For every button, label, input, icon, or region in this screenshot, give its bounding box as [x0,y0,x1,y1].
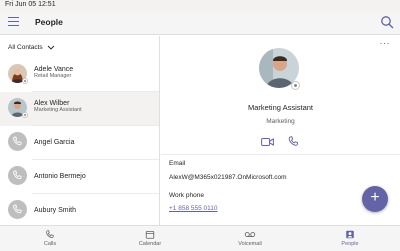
divider [161,154,400,155]
email-label: Email [169,160,186,167]
presence-indicator [22,78,28,84]
contact-name: Angel Garcia [34,139,75,146]
contact-name: Alex Wilber [34,100,70,107]
contacts-filter-dropdown[interactable]: All Contacts [8,44,55,51]
plus-icon: + [370,189,380,206]
work-phone-link[interactable]: +1 858 555 0110 [169,205,218,212]
contact-department: Marketing [266,118,295,125]
phone-icon [46,230,54,238]
app-header: People [0,11,400,35]
avatar [8,166,27,185]
contact-job-title: Marketing Assistant [247,103,314,112]
presence-indicator [22,112,28,118]
nav-label: Calendar [138,241,162,247]
chevron-down-icon [47,45,54,50]
email-value: AlexW@M365x021987.OnMicrosoft.com [169,174,287,181]
page-title: People [35,17,63,27]
contacts-list: Adele Vance Retail Manager Alex Wilber M… [0,58,159,225]
more-options-icon[interactable]: ··· [380,38,391,48]
contact-row-angel-garcia[interactable]: Angel Garcia [0,126,159,160]
contacts-pane: All Contacts Adele Vance Retail Manager [0,36,160,225]
add-contact-button[interactable]: + [362,186,388,212]
work-phone-label: Work phone [169,192,204,199]
nav-calls[interactable]: Calls [0,226,100,251]
contact-name: Antonio Bermejo [34,173,86,180]
status-bar: Fri Jun 05 12:51 [0,0,400,11]
contact-name: Adele Vance [34,66,74,73]
audio-call-icon[interactable] [288,136,299,147]
phone-icon [13,136,22,146]
avatar [8,200,27,219]
status-time: Fri Jun 05 12:51 [5,1,56,8]
hamburger-menu-icon[interactable] [8,17,19,27]
nav-calendar[interactable]: Calendar [100,226,200,251]
presence-indicator [291,81,300,90]
contact-row-aubury-smith[interactable]: Aubury Smith [0,194,159,225]
nav-voicemail[interactable]: Voicemail [200,226,300,251]
nav-label: People [341,241,359,247]
phone-icon [13,204,22,214]
voicemail-icon [244,232,256,237]
people-icon [346,230,354,239]
contact-subtitle: Marketing Assistant [34,107,82,113]
phone-icon [13,170,22,180]
bottom-navigation: Calls Calendar Voicemail People [0,225,400,251]
contact-row-alex-wilber[interactable]: Alex Wilber Marketing Assistant [0,92,159,126]
contact-subtitle: Retail Manager [34,73,72,79]
contact-name: Aubury Smith [34,207,77,214]
filter-label: All Contacts [8,44,43,51]
search-icon[interactable] [380,15,394,29]
video-call-icon[interactable] [261,137,274,147]
nav-label: Voicemail [238,241,262,247]
nav-people[interactable]: People [300,226,400,251]
contact-row-adele-vance[interactable]: Adele Vance Retail Manager [0,58,159,92]
nav-label: Calls [43,241,57,247]
calendar-icon [145,230,155,239]
contact-row-antonio-bermejo[interactable]: Antonio Bermejo [0,160,159,194]
avatar [8,132,27,151]
